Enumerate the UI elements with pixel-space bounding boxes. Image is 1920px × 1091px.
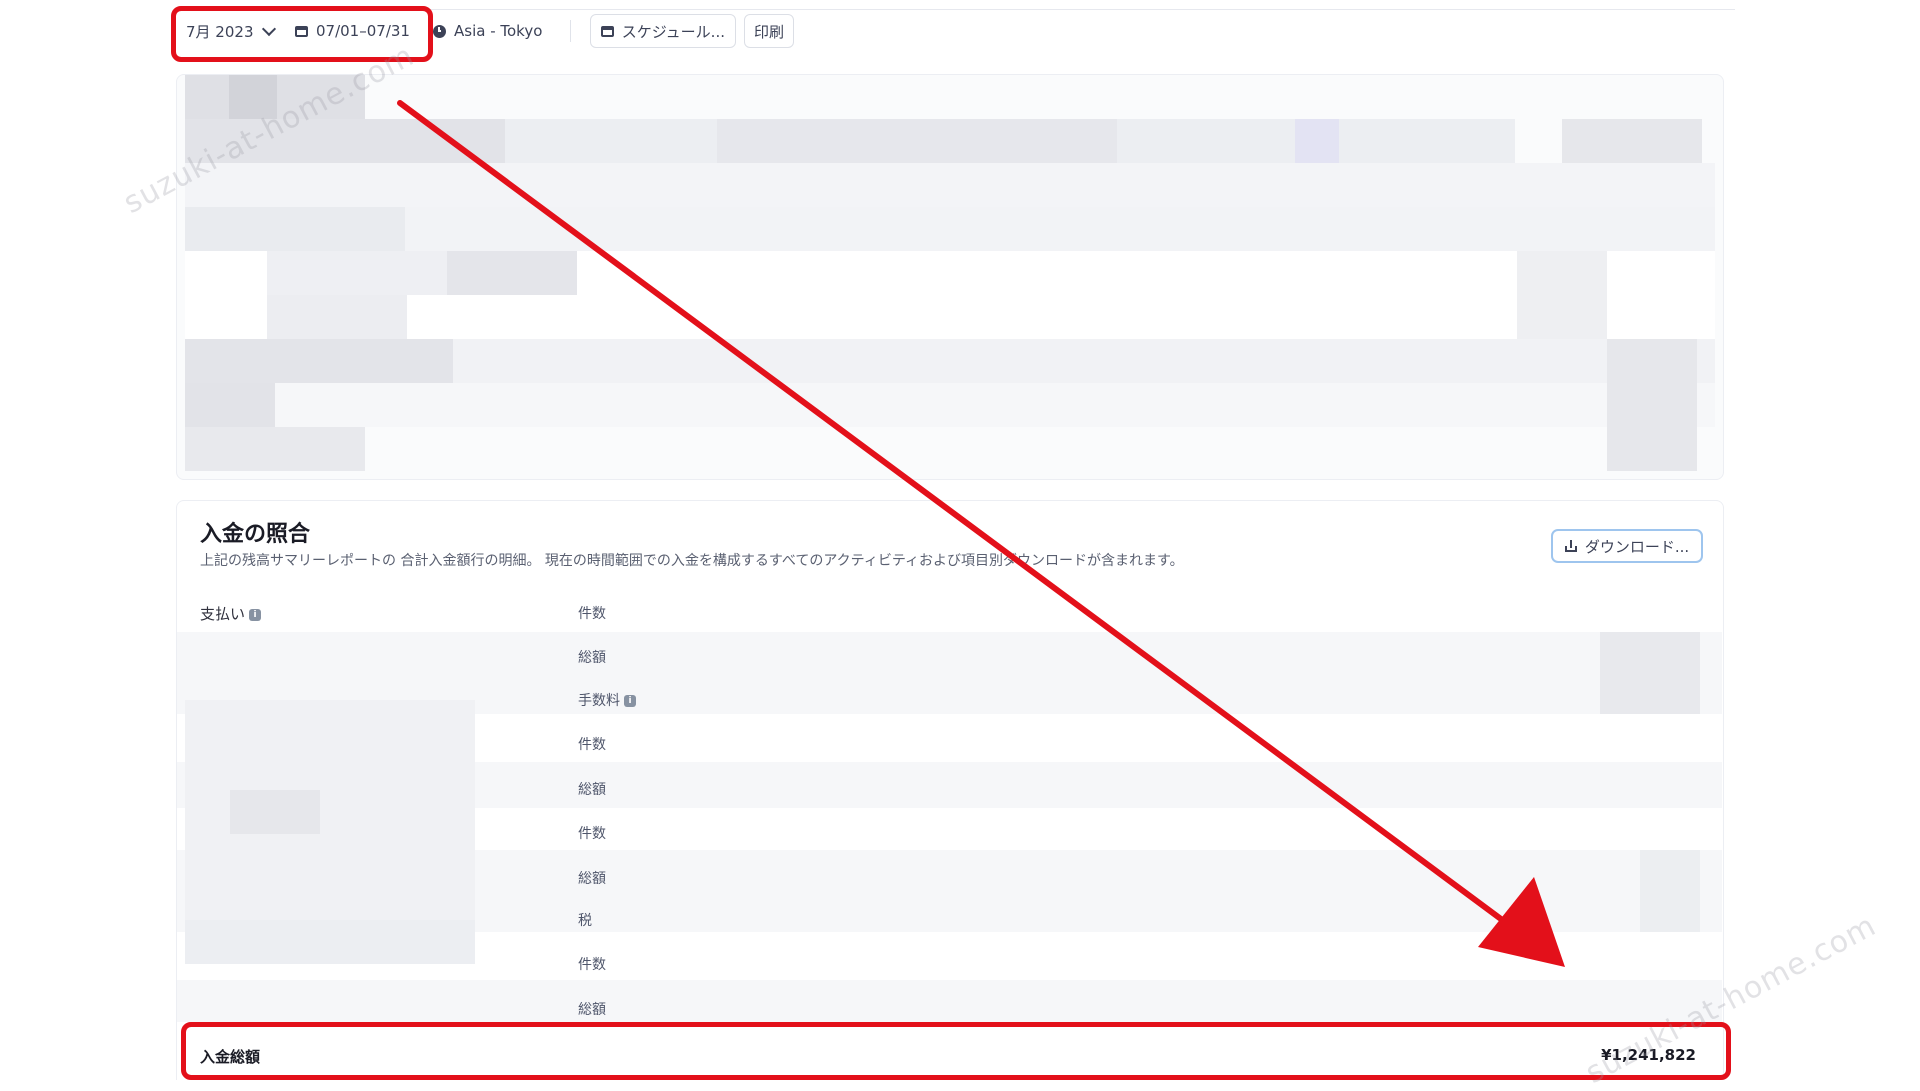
arrow-shaft: [397, 100, 1508, 925]
arrow-head: [1478, 877, 1565, 967]
annotation-arrow: [397, 100, 1565, 967]
